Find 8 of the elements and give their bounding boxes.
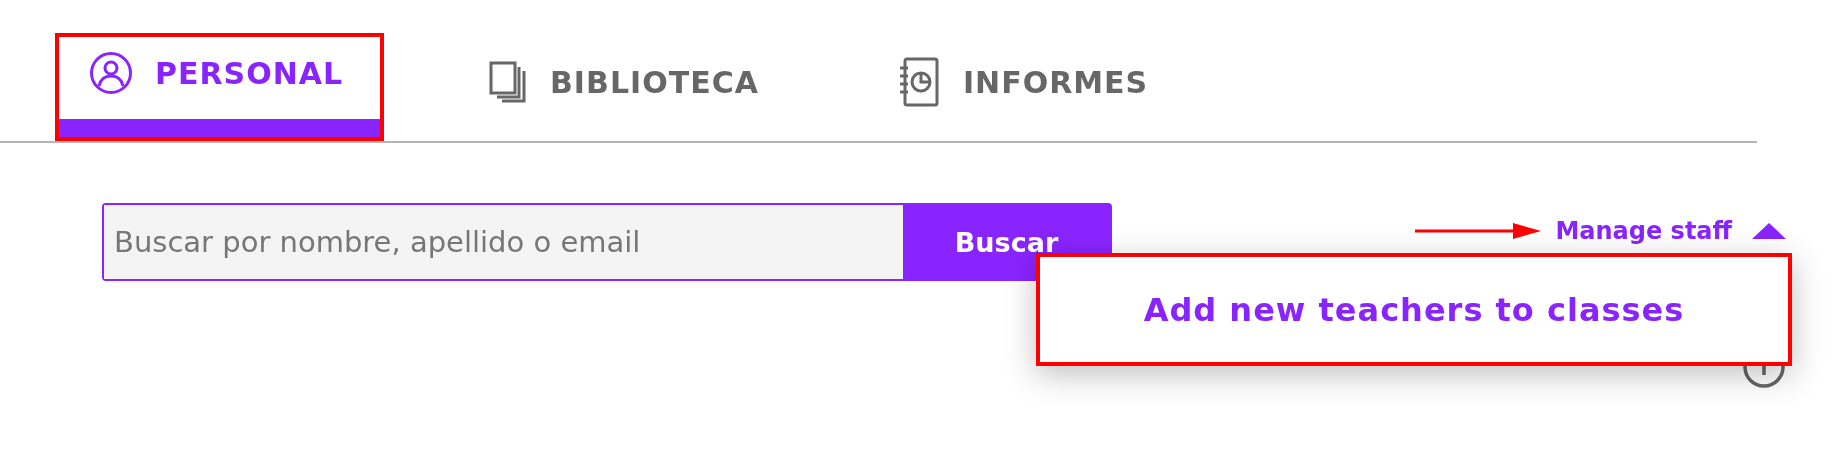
tab[interactable]: INFORMES bbox=[862, 33, 1183, 141]
caret-icon[interactable] bbox=[1752, 223, 1786, 239]
tab[interactable]: BIBLIOTECA bbox=[454, 33, 793, 141]
menu-item[interactable]: Add new teachers to classes bbox=[1036, 253, 1792, 366]
manage-staff-link[interactable]: Manage staff bbox=[1555, 217, 1732, 245]
pages-icon bbox=[488, 60, 528, 104]
tab[interactable]: PERSONAL bbox=[55, 33, 384, 141]
person-icon bbox=[89, 51, 133, 95]
